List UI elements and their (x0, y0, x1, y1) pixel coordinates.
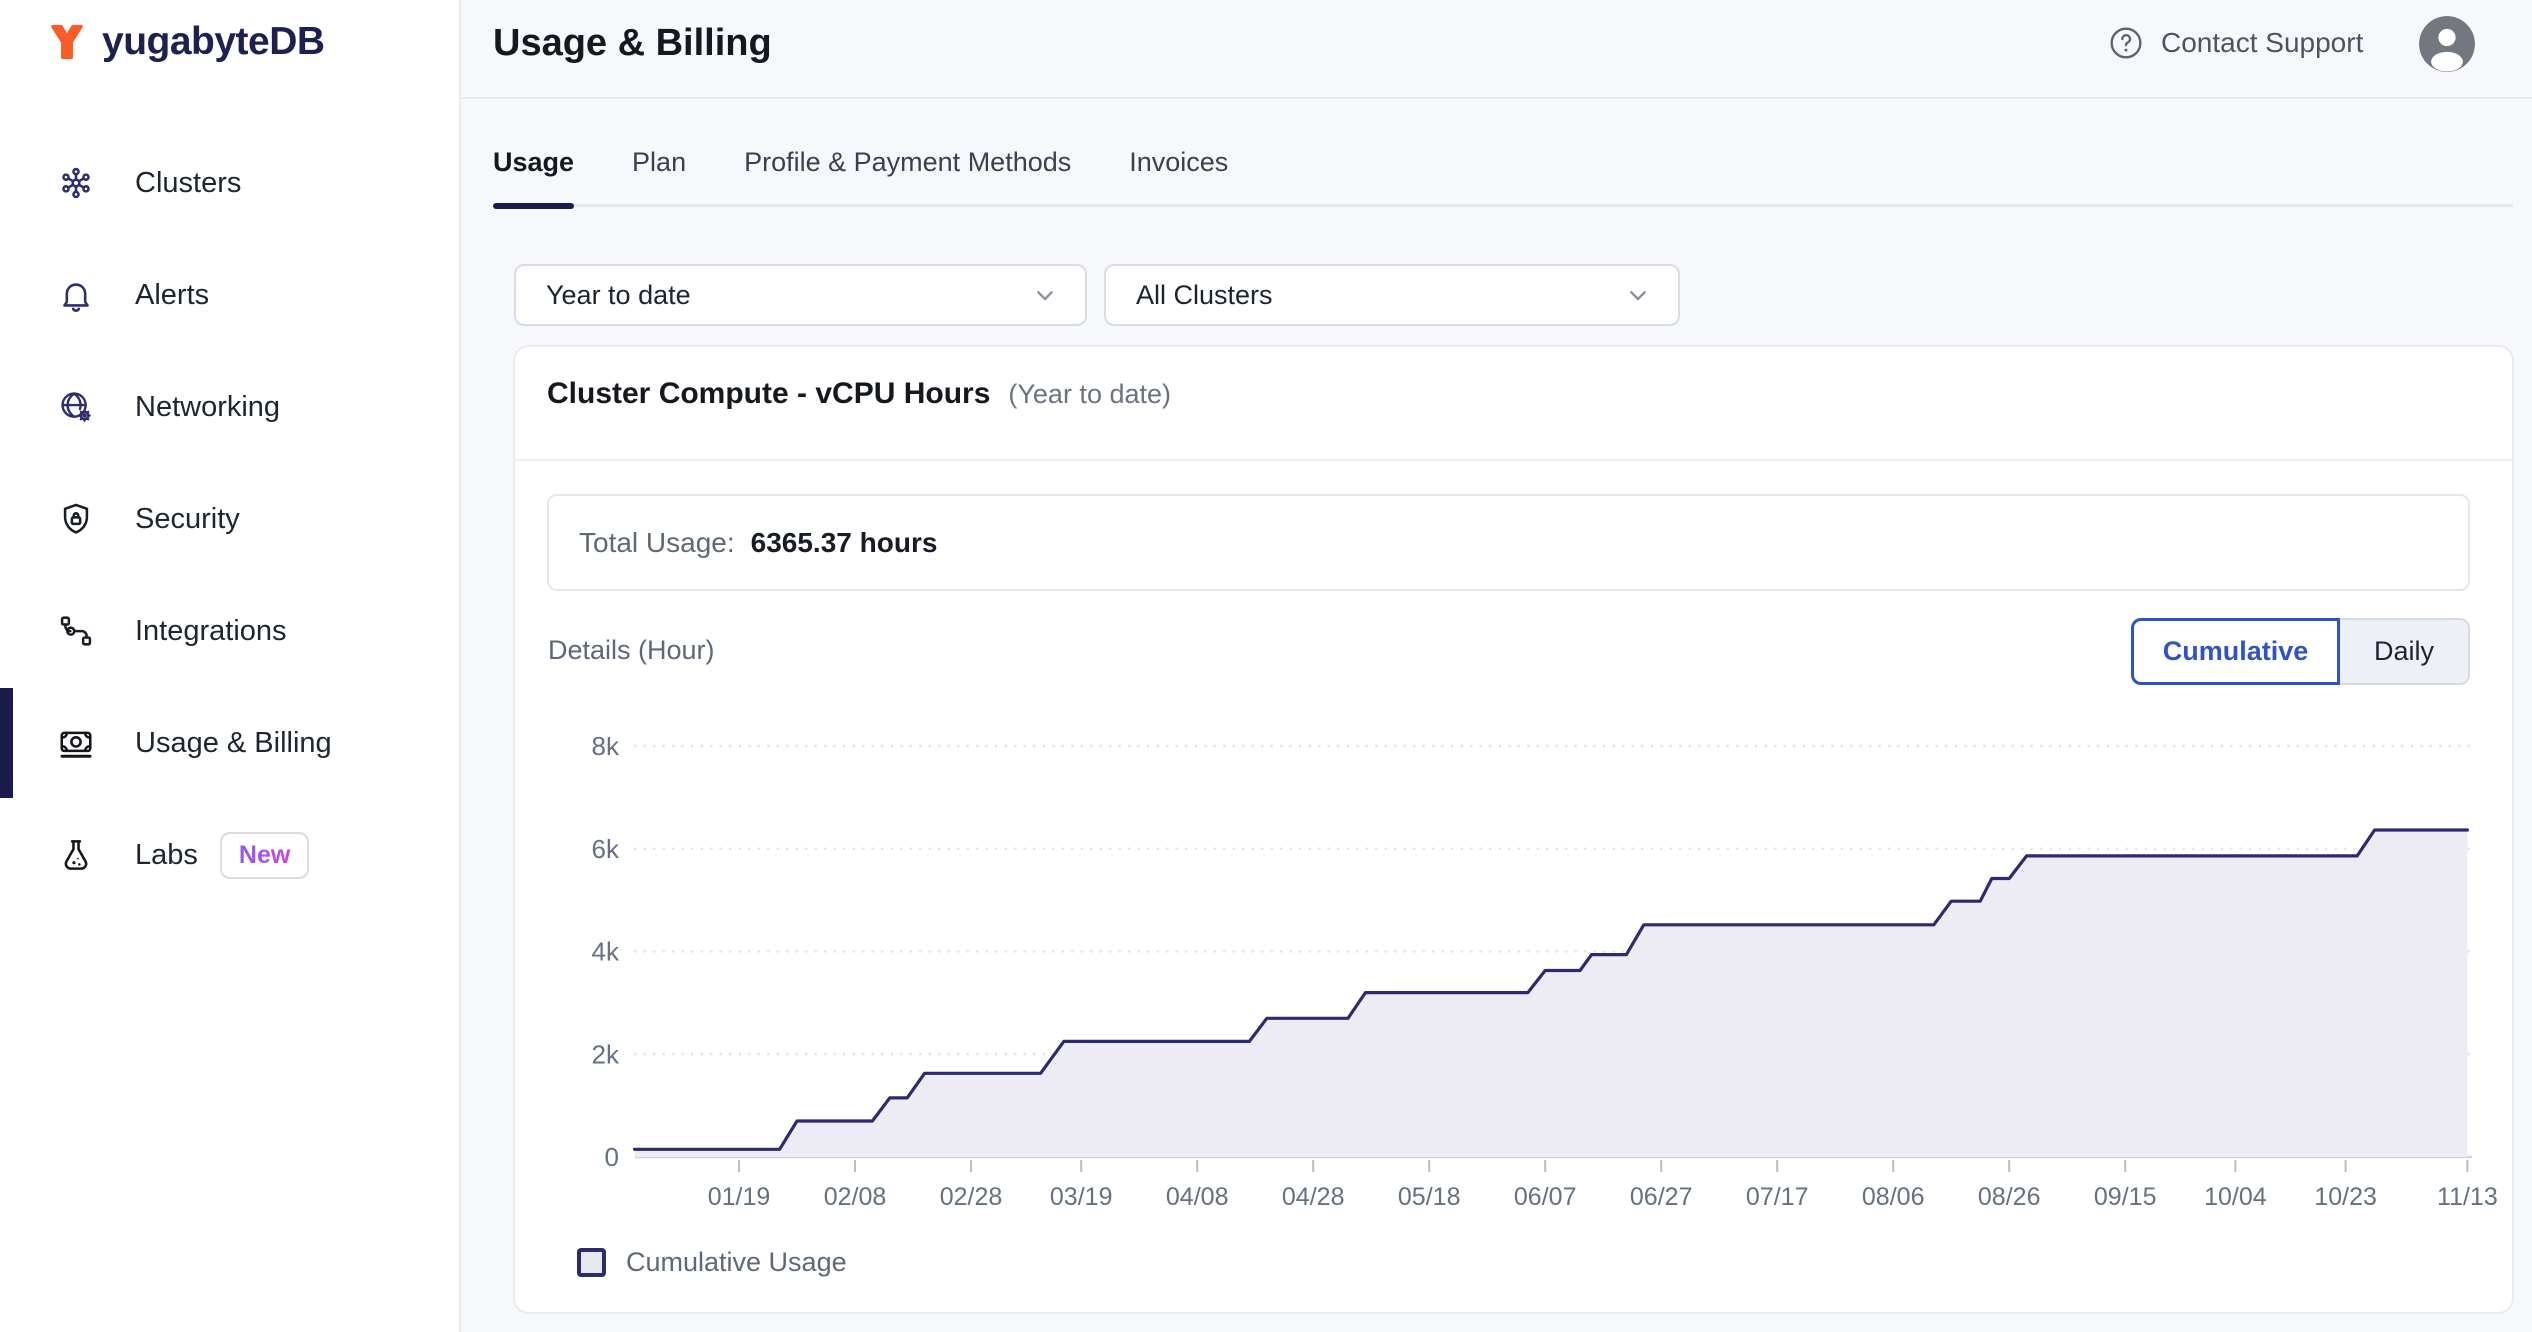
card-divider (515, 459, 2512, 461)
flask-icon (57, 836, 95, 874)
x-tick-label: 04/08 (1166, 1183, 1229, 1211)
details-label: Details (Hour) (548, 635, 715, 666)
banknote-icon (57, 724, 95, 762)
legend-item-cumulative-usage[interactable]: Cumulative Usage (577, 1247, 847, 1278)
sidebar-item-networking[interactable]: Networking (0, 351, 459, 463)
compute-usage-card: Cluster Compute - vCPU Hours (Year to da… (513, 345, 2514, 1314)
contact-support-button[interactable]: Contact Support (2106, 11, 2363, 75)
sidebar-item-integrations[interactable]: Integrations (0, 575, 459, 687)
x-tick-label: 08/06 (1862, 1183, 1925, 1211)
header-divider (461, 97, 2532, 99)
contact-support-label: Contact Support (2161, 27, 2363, 59)
tab-plan[interactable]: Plan (632, 120, 686, 204)
sidebar-item-labs[interactable]: Labs New (0, 799, 459, 911)
sidebar-item-alerts[interactable]: Alerts (0, 239, 459, 351)
billing-tabs: Usage Plan Profile & Payment Methods Invoic… (493, 120, 2513, 207)
y-tick-label: 2k (592, 1039, 620, 1069)
y-tick-label: 0 (605, 1142, 619, 1172)
user-avatar-icon (2419, 16, 2475, 72)
new-badge: New (220, 832, 309, 879)
shield-lock-icon (57, 500, 95, 538)
x-tick-label: 02/28 (940, 1183, 1003, 1211)
sidebar-item-security[interactable]: Security (0, 463, 459, 575)
y-tick-label: 8k (592, 737, 620, 761)
tab-profile-payment-methods[interactable]: Profile & Payment Methods (744, 120, 1071, 204)
cluster-select[interactable]: All Clusters (1104, 264, 1680, 326)
sidebar-item-clusters[interactable]: Clusters (0, 127, 459, 239)
brand-logo[interactable]: yugabyteDB (46, 20, 325, 64)
brand-name: yugabyteDB (102, 20, 325, 64)
yugabyte-logo-icon (46, 20, 88, 64)
area-fill (635, 830, 2468, 1157)
view-mode-toggle: Cumulative Daily (2131, 618, 2470, 685)
sidebar-item-label: Clusters (135, 167, 241, 200)
sidebar-item-label: Networking (135, 391, 280, 424)
time-range-value: Year to date (546, 280, 691, 311)
x-tick-label: 01/19 (708, 1183, 771, 1211)
clusters-icon (57, 164, 95, 202)
help-circle-icon (2106, 23, 2146, 63)
time-range-select[interactable]: Year to date (514, 264, 1087, 326)
x-tick-label: 05/18 (1398, 1183, 1461, 1211)
daily-button[interactable]: Daily (2340, 618, 2470, 685)
page-title: Usage & Billing (493, 22, 772, 65)
sidebar: yugabyteDB Clusters Alerts Networking Secur… (0, 0, 461, 1332)
legend-checkbox[interactable] (577, 1248, 606, 1277)
card-title: Cluster Compute - vCPU Hours (547, 377, 990, 411)
y-tick-label: 6k (592, 834, 620, 864)
user-avatar[interactable] (2419, 16, 2475, 72)
sidebar-item-label: Usage & Billing (135, 727, 332, 760)
sidebar-nav: Clusters Alerts Networking Security Integrat… (0, 127, 459, 911)
x-tick-label: 03/19 (1050, 1183, 1113, 1211)
total-usage-box: Total Usage: 6365.37 hours (547, 494, 2470, 591)
usage-area-chart: 0 2k 4k 6k 8k 01/19 02/08 02/28 03/19 04/08 04/28 0… (547, 737, 2507, 1229)
cluster-value: All Clusters (1136, 280, 1273, 311)
x-tick-label: 04/28 (1282, 1183, 1345, 1211)
total-usage-label: Total Usage: (579, 527, 735, 559)
total-usage-value: 6365.37 hours (751, 527, 938, 559)
x-tick-label: 11/13 (2437, 1183, 2498, 1211)
sidebar-item-label: Alerts (135, 279, 209, 312)
globe-gear-icon (57, 388, 95, 426)
sidebar-item-usage-billing[interactable]: Usage & Billing (0, 687, 459, 799)
x-tick-label: 07/17 (1746, 1183, 1809, 1211)
cumulative-button[interactable]: Cumulative (2131, 618, 2340, 685)
x-tick-label: 10/04 (2204, 1183, 2267, 1211)
chevron-down-icon (1029, 279, 1061, 311)
x-tick-label: 06/27 (1630, 1183, 1693, 1211)
card-subtitle: (Year to date) (1008, 379, 1171, 410)
x-tick-label: 06/07 (1514, 1183, 1577, 1211)
x-tick-label: 02/08 (824, 1183, 887, 1211)
bell-icon (57, 276, 95, 314)
chevron-down-icon (1622, 279, 1654, 311)
card-title-row: Cluster Compute - vCPU Hours (Year to da… (547, 377, 1171, 411)
legend-label: Cumulative Usage (626, 1247, 847, 1278)
x-tick-label: 10/23 (2314, 1183, 2377, 1211)
x-tick-label: 09/15 (2094, 1183, 2157, 1211)
tab-usage[interactable]: Usage (493, 120, 574, 204)
y-tick-label: 4k (592, 937, 620, 967)
sidebar-item-label: Integrations (135, 615, 287, 648)
page: yugabyteDB Clusters Alerts Networking Secur… (0, 0, 2532, 1332)
sidebar-item-label: Labs (135, 839, 198, 872)
sidebar-item-label: Security (135, 503, 240, 536)
integrations-icon (57, 612, 95, 650)
tab-invoices[interactable]: Invoices (1129, 120, 1228, 204)
x-tick-label: 08/26 (1978, 1183, 2041, 1211)
